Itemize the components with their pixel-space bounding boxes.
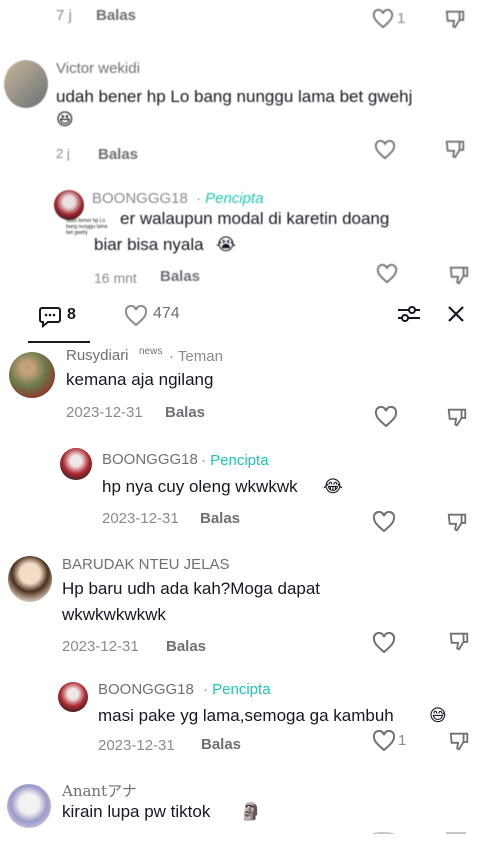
tab-likes-count[interactable]: 474 bbox=[153, 305, 180, 323]
avatar[interactable] bbox=[9, 352, 55, 398]
heart-icon[interactable] bbox=[374, 405, 398, 433]
comment-date: 2023-12-31 bbox=[98, 737, 175, 754]
comment-icon[interactable] bbox=[38, 306, 62, 333]
comment-text: Hp baru udh ada kah?Moga dapat bbox=[62, 579, 321, 598]
comment-date: 2023-12-31 bbox=[62, 638, 139, 655]
heart-icon[interactable] bbox=[372, 729, 396, 757]
commenter-name[interactable]: Rusydiari bbox=[66, 347, 129, 364]
avatar[interactable] bbox=[7, 784, 51, 828]
creator-badge: · Pencipta bbox=[201, 452, 269, 469]
reply-button[interactable]: Balas bbox=[165, 404, 205, 421]
reply-button[interactable]: Balas bbox=[160, 268, 200, 285]
comment-text: udah bener hp Lo bang nunggu lama bet gw… bbox=[56, 87, 413, 106]
heart-icon[interactable] bbox=[372, 832, 394, 836]
dislike-icon[interactable] bbox=[444, 138, 466, 165]
heart-icon[interactable] bbox=[372, 631, 396, 659]
reply-button[interactable]: Balas bbox=[166, 638, 206, 655]
comment-text: wkwkwkwkwk bbox=[62, 605, 166, 624]
comment-text: hp nya cuy oleng wkwkwk bbox=[102, 477, 298, 496]
emoji: 🗿 bbox=[240, 802, 262, 821]
avatar bbox=[54, 190, 84, 220]
dislike-icon[interactable] bbox=[448, 630, 470, 657]
heart-icon[interactable] bbox=[372, 8, 394, 34]
comment-date: 2023-12-31 bbox=[102, 510, 179, 527]
heart-icon[interactable] bbox=[374, 139, 396, 165]
tab-comments-count[interactable]: 8 bbox=[67, 306, 76, 324]
comment-time: 16 mnt bbox=[94, 270, 137, 286]
avatar[interactable] bbox=[60, 448, 92, 480]
friend-label: · Teman bbox=[169, 348, 223, 365]
comment-text: kirain lupa pw tiktok bbox=[62, 802, 211, 821]
comment-time: 2 j bbox=[56, 146, 70, 161]
active-tab-indicator bbox=[28, 341, 90, 343]
dislike-icon[interactable] bbox=[448, 264, 470, 291]
dislike-icon[interactable] bbox=[444, 8, 466, 35]
heart-icon[interactable] bbox=[372, 510, 396, 538]
creator-name[interactable]: BOONGGG18 bbox=[98, 681, 194, 698]
comment-time: 7 j bbox=[56, 7, 72, 24]
comment-text: er walaupun modal di karetin doang bbox=[120, 209, 390, 228]
dislike-icon[interactable] bbox=[446, 511, 468, 538]
creator-badge: · Pencipta bbox=[196, 190, 264, 207]
avatar[interactable] bbox=[4, 60, 48, 108]
avatar[interactable] bbox=[58, 682, 88, 712]
commenter-name[interactable]: Victor wekidi bbox=[56, 60, 140, 77]
reply-button[interactable]: Balas bbox=[96, 7, 136, 24]
creator-name[interactable]: BOONGGG18 bbox=[102, 451, 198, 468]
emoji: 😆 bbox=[56, 110, 74, 129]
name-superscript: news bbox=[139, 346, 163, 357]
comment-text: biar bisa nyala bbox=[94, 235, 204, 254]
comment-date: 2023-12-31 bbox=[66, 404, 143, 421]
filter-icon[interactable] bbox=[396, 304, 422, 329]
avatar[interactable] bbox=[8, 556, 52, 602]
emoji: 😭 bbox=[216, 235, 236, 254]
like-count: 1 bbox=[397, 10, 406, 27]
close-icon[interactable] bbox=[446, 304, 466, 329]
comment-text: masi pake yg lama,semoga ga kambuh bbox=[98, 706, 394, 725]
reply-button[interactable]: Balas bbox=[98, 146, 138, 163]
reply-button[interactable]: Balas bbox=[200, 510, 240, 527]
commenter-name[interactable]: Anantアナ bbox=[62, 780, 137, 801]
dislike-icon[interactable] bbox=[448, 730, 470, 757]
heart-icon[interactable] bbox=[376, 263, 398, 289]
creator-badge: · Pencipta bbox=[203, 681, 271, 698]
heart-icon[interactable] bbox=[124, 304, 148, 332]
dislike-icon[interactable] bbox=[446, 406, 468, 433]
emoji: 😂 bbox=[323, 477, 343, 496]
reply-button[interactable]: Balas bbox=[201, 736, 241, 753]
like-count: 1 bbox=[398, 732, 407, 749]
comment-text: kemana aja ngilang bbox=[66, 370, 214, 389]
dislike-icon[interactable] bbox=[446, 832, 466, 836]
creator-name[interactable]: BOONGGG18 bbox=[92, 190, 188, 207]
emoji: 😅 bbox=[429, 706, 447, 725]
commenter-name[interactable]: BARUDAK NTEU JELAS bbox=[62, 556, 230, 573]
